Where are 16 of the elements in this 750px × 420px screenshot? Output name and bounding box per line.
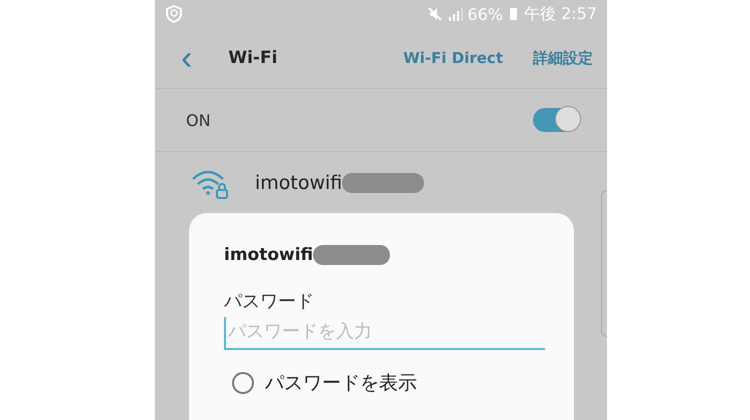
mute-icon <box>427 6 444 22</box>
header-link[interactable]: 詳細設定 <box>533 48 593 68</box>
header-link[interactable]: Wi-Fi Direct <box>403 49 503 67</box>
radio-label: パスワードを表示 <box>265 371 417 396</box>
shield-icon <box>165 5 183 23</box>
switch-label: ON <box>186 110 211 130</box>
dialog-title: imotowifi <box>224 245 314 265</box>
wifi-toggle[interactable] <box>533 108 579 132</box>
back-button[interactable]: ‹ <box>177 41 196 75</box>
show-password-radio[interactable] <box>232 372 254 394</box>
password-field[interactable]: パスワードを入力 <box>224 317 545 350</box>
network-name: imotowifi <box>255 172 342 194</box>
battery-icon <box>510 8 517 20</box>
field-label: パスワード <box>224 290 315 313</box>
page-title: Wi-Fi <box>228 48 278 68</box>
signal-icon <box>447 6 464 22</box>
